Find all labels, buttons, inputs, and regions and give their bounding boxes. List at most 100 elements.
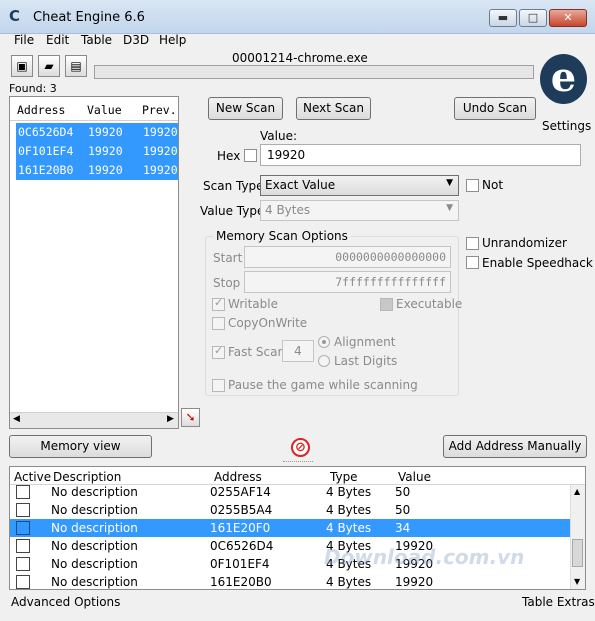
stop-label: Stop	[213, 276, 241, 290]
scrollbar-thumb[interactable]	[572, 539, 583, 567]
menu-d3d[interactable]: D3D	[123, 33, 149, 47]
row-value: 19920	[395, 575, 434, 589]
chevron-down-icon: ▼	[446, 178, 453, 188]
executable-checkbox[interactable]	[380, 298, 393, 311]
row-type: 4 Bytes	[326, 521, 372, 535]
open-process-icon[interactable]: ▣	[11, 55, 33, 77]
active-checkbox[interactable]	[16, 539, 30, 553]
checkmark-icon: ✓	[214, 296, 224, 309]
settings-link[interactable]: Settings	[542, 119, 591, 133]
active-column-header[interactable]: Active	[14, 470, 51, 484]
minimize-button[interactable]: ▬	[489, 9, 517, 27]
start-address-input[interactable]: 0000000000000000	[244, 246, 451, 268]
table-row-selected[interactable]: No description 161E20F0 4 Bytes 34	[10, 519, 570, 537]
no-entry-icon[interactable]: ⊘	[291, 438, 310, 457]
active-checkbox[interactable]	[16, 557, 30, 571]
fast-scan-checkbox[interactable]: ✓	[212, 344, 225, 359]
table-row[interactable]: No description 0255AF14 4 Bytes 50	[10, 483, 570, 501]
found-address-list[interactable]: Address Value Prev. 0C6526D4 19920 19920…	[9, 96, 179, 429]
watermark-logo: Download.com.vn	[324, 545, 525, 569]
prev-column-header[interactable]: Prev.	[142, 103, 177, 117]
menu-edit[interactable]: Edit	[46, 33, 69, 47]
found-row[interactable]: 161E20B0 19920 19920	[16, 161, 178, 180]
menu-table[interactable]: Table	[81, 33, 112, 47]
row-value: 50	[395, 503, 411, 517]
table-row[interactable]: No description 161E20B0 4 Bytes 19920	[10, 573, 570, 589]
found-row-prev: 19920	[143, 163, 178, 177]
type-column-header[interactable]: Type	[330, 470, 358, 484]
scroll-up-icon[interactable]: ▲	[574, 487, 580, 496]
active-checkbox[interactable]	[16, 521, 30, 535]
row-description: No description	[51, 485, 138, 499]
add-to-table-arrow-icon[interactable]: ➘	[181, 408, 200, 427]
found-row[interactable]: 0C6526D4 19920 19920	[16, 123, 178, 142]
row-address: 161E20F0	[210, 521, 271, 535]
menu-help[interactable]: Help	[159, 33, 186, 47]
found-row-value: 19920	[88, 163, 123, 177]
value-input[interactable]: 19920	[260, 144, 581, 166]
address-column-header[interactable]: Address	[214, 470, 262, 484]
splitter-handle[interactable]	[283, 461, 313, 465]
unrandomizer-label: Unrandomizer	[482, 236, 567, 250]
row-address: 0255B5A4	[210, 503, 273, 517]
row-address: 0F101EF4	[210, 557, 270, 571]
row-description: No description	[51, 539, 138, 553]
scroll-right-icon[interactable]: ▶	[167, 414, 174, 424]
found-row-address: 0F101EF4	[18, 144, 74, 158]
found-row-prev: 19920	[143, 125, 178, 139]
menu-file[interactable]: File	[14, 33, 34, 47]
table-row[interactable]: No description 0255B5A4 4 Bytes 50	[10, 501, 570, 519]
scan-type-select[interactable]: Exact Value ▼	[260, 175, 459, 196]
hex-checkbox[interactable]	[244, 149, 257, 162]
open-file-icon[interactable]: ▰	[38, 55, 60, 77]
cheat-engine-logo-icon[interactable]: e	[540, 54, 587, 104]
row-type: 4 Bytes	[326, 485, 372, 499]
copyonwrite-checkbox[interactable]	[212, 317, 225, 330]
description-column-header[interactable]: Description	[53, 470, 121, 484]
row-address: 161E20B0	[210, 575, 272, 589]
scroll-left-icon[interactable]: ◀	[13, 414, 20, 424]
add-address-manually-button[interactable]: Add Address Manually	[443, 435, 587, 458]
vertical-scrollbar[interactable]: ▲ ▼	[570, 485, 585, 589]
not-checkbox[interactable]	[466, 179, 479, 192]
value-column-header[interactable]: Value	[398, 470, 431, 484]
horizontal-scrollbar[interactable]: ◀ ▶	[10, 412, 178, 428]
save-file-icon[interactable]: ▤	[65, 55, 87, 77]
last-digits-radio[interactable]	[318, 355, 330, 367]
close-button[interactable]: ✕	[549, 9, 587, 27]
hex-label: Hex	[217, 149, 241, 163]
scroll-down-icon[interactable]: ▼	[574, 577, 580, 586]
active-checkbox[interactable]	[16, 503, 30, 517]
speedhack-checkbox[interactable]	[466, 256, 479, 269]
value-type-select[interactable]: 4 Bytes ▼	[260, 200, 459, 221]
advanced-options-link[interactable]: Advanced Options	[11, 595, 120, 609]
found-row-value: 19920	[88, 144, 123, 158]
scan-type-value: Exact Value	[265, 178, 336, 192]
table-extras-link[interactable]: Table Extras	[522, 595, 595, 609]
value-column-header[interactable]: Value	[87, 103, 122, 117]
undo-scan-button[interactable]: Undo Scan	[454, 97, 536, 120]
value-type-label: Value Type	[200, 204, 265, 218]
maximize-button[interactable]: □	[519, 9, 547, 27]
fast-scan-alignment-input[interactable]: 4	[282, 340, 314, 362]
executable-label: Executable	[396, 297, 463, 311]
writable-checkbox[interactable]: ✓	[212, 296, 225, 311]
active-checkbox[interactable]	[16, 575, 30, 589]
row-type: 4 Bytes	[326, 503, 372, 517]
next-scan-button[interactable]: Next Scan	[296, 97, 371, 120]
new-scan-button[interactable]: New Scan	[208, 97, 283, 120]
row-value: 50	[395, 485, 411, 499]
value-type-value: 4 Bytes	[265, 203, 311, 217]
stop-address-input[interactable]: 7fffffffffffffff	[244, 271, 451, 293]
cheat-table[interactable]: Active Description Address Type Value No…	[9, 466, 586, 590]
found-row[interactable]: 0F101EF4 19920 19920	[16, 142, 178, 161]
found-row-value: 19920	[88, 125, 123, 139]
alignment-radio[interactable]	[318, 336, 330, 348]
active-checkbox[interactable]	[16, 485, 30, 499]
pause-game-checkbox[interactable]	[212, 379, 225, 392]
address-list-header: Address Value Prev.	[10, 97, 178, 121]
memory-view-button[interactable]: Memory view	[9, 435, 152, 458]
address-column-header[interactable]: Address	[17, 103, 65, 117]
fast-scan-label: Fast Scan	[228, 345, 286, 359]
unrandomizer-checkbox[interactable]	[466, 237, 479, 250]
